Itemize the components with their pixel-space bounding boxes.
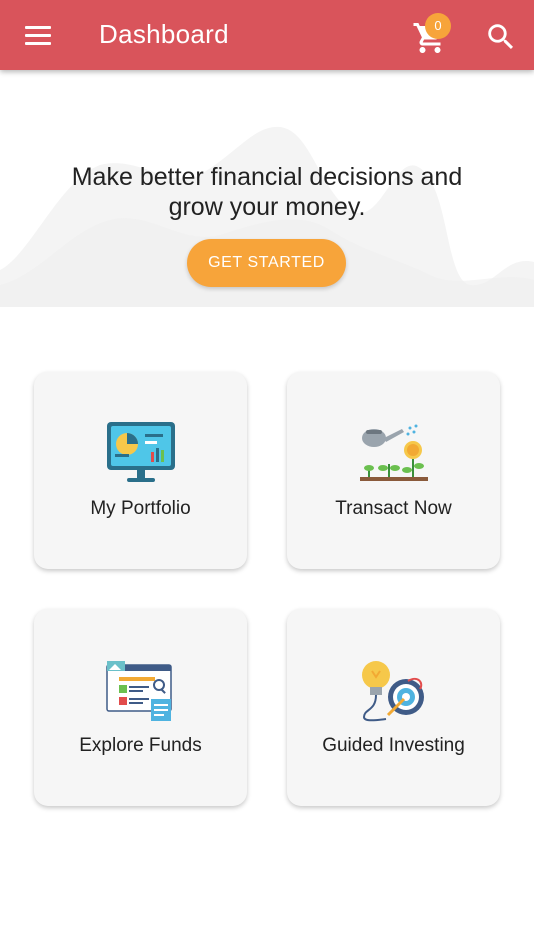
tile-label: Transact Now xyxy=(335,498,452,519)
menu-icon-line xyxy=(25,42,51,45)
portfolio-monitor-icon xyxy=(107,422,175,482)
menu-button[interactable] xyxy=(24,25,52,47)
tile-transact-now[interactable]: Transact Now xyxy=(287,372,500,569)
tile-guided-investing[interactable]: Guided Investing xyxy=(287,609,500,806)
search-icon xyxy=(488,24,514,50)
tile-my-portfolio[interactable]: My Portfolio xyxy=(34,372,247,569)
cart-count-badge: 0 xyxy=(425,13,451,39)
hero-headline-line2: grow your money. xyxy=(168,193,366,221)
hero-banner: Make better financial decisions and grow… xyxy=(0,70,534,307)
search-button[interactable] xyxy=(484,20,518,54)
app-bar: Dashboard 0 xyxy=(0,0,534,70)
tile-label: My Portfolio xyxy=(90,498,191,519)
lightbulb-target-icon xyxy=(362,661,424,722)
menu-icon-line xyxy=(25,26,51,29)
watering-can-coins-icon xyxy=(360,424,428,481)
hero-headline: Make better financial decisions and grow… xyxy=(20,162,514,222)
page-title: Dashboard xyxy=(99,19,229,49)
tile-label: Guided Investing xyxy=(322,735,465,756)
funds-browser-icon xyxy=(106,661,172,721)
hero-headline-line1: Make better financial decisions and xyxy=(71,163,463,191)
tile-explore-funds[interactable]: Explore Funds xyxy=(34,609,247,806)
get-started-button[interactable]: GET STARTED xyxy=(187,239,346,287)
tile-label: Explore Funds xyxy=(79,735,202,756)
menu-icon-line xyxy=(25,34,51,37)
